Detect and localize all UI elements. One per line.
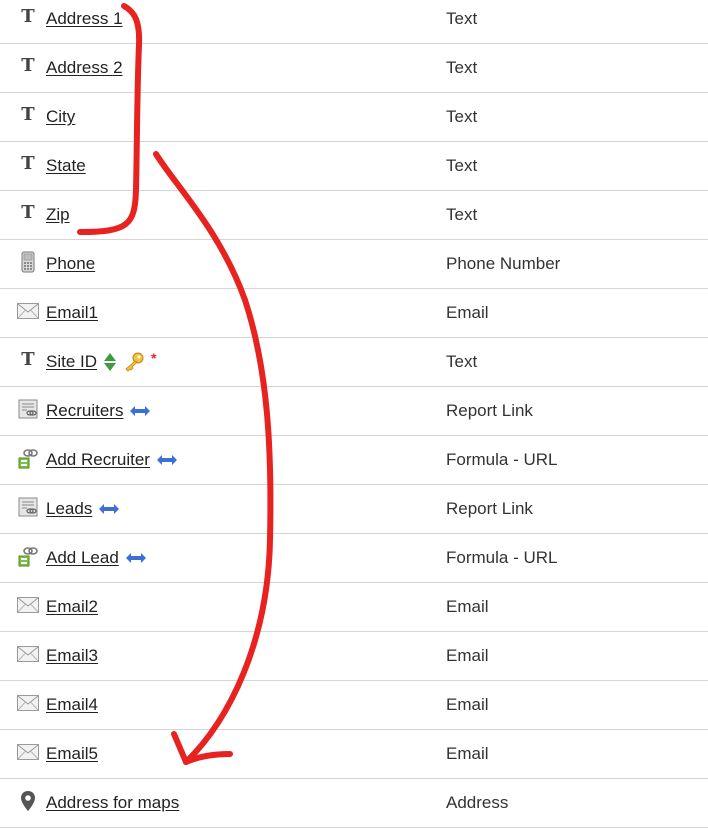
- field-name-cell: Address for maps: [46, 779, 179, 827]
- field-type-label: Report Link: [446, 401, 533, 420]
- field-name-link[interactable]: Email4: [46, 695, 98, 715]
- field-row: Recruiters Report Link: [0, 387, 708, 436]
- field-name-cell: City: [46, 93, 75, 141]
- field-name-cell: Phone: [46, 240, 95, 288]
- field-name-cell: Address 1: [46, 0, 123, 43]
- field-type-label: Text: [446, 9, 478, 28]
- field-type-label: Email: [446, 597, 489, 616]
- field-row: T Address 1 Text: [0, 0, 708, 44]
- field-name-cell: Email1: [46, 289, 98, 337]
- formula-url-icon: [16, 446, 40, 470]
- key-icon: [123, 352, 145, 372]
- field-name-cell: Email5: [46, 730, 98, 778]
- field-name-cell: Email4: [46, 681, 98, 729]
- field-type-label: Text: [446, 58, 478, 77]
- field-name-link[interactable]: Add Recruiter: [46, 450, 150, 470]
- field-name-cell: Address 2: [46, 44, 123, 92]
- text-glyph: T: [21, 153, 35, 174]
- email-icon: [16, 593, 40, 617]
- field-name-link[interactable]: Email5: [46, 744, 98, 764]
- email-icon: [16, 299, 40, 323]
- field-row: T Site ID * Text: [0, 338, 708, 387]
- field-row: Add Recruiter Formula - URL: [0, 436, 708, 485]
- field-name-link[interactable]: Leads: [46, 499, 92, 519]
- field-row: Address for maps Address: [0, 779, 708, 828]
- field-type-label: Address: [446, 793, 509, 812]
- field-name-cell: Site ID *: [46, 338, 156, 386]
- field-type-label: Formula - URL: [446, 548, 558, 567]
- field-name-link[interactable]: Add Lead: [46, 548, 119, 568]
- field-name-cell: State: [46, 142, 86, 190]
- two-way-link-icon: [156, 454, 178, 466]
- two-way-link-icon: [125, 552, 147, 564]
- text-icon: T: [16, 5, 40, 29]
- field-type-label: Text: [446, 156, 478, 175]
- field-row: T Address 2 Text: [0, 44, 708, 93]
- field-row: Email2 Email: [0, 583, 708, 632]
- two-way-link-icon: [98, 503, 120, 515]
- field-name-link[interactable]: Address for maps: [46, 793, 179, 813]
- field-row: Email3 Email: [0, 632, 708, 681]
- field-name-link[interactable]: Phone: [46, 254, 95, 274]
- field-name-link[interactable]: Recruiters: [46, 401, 123, 421]
- field-row: Email4 Email: [0, 681, 708, 730]
- report-link-icon: [16, 495, 40, 519]
- field-name-cell: Leads: [46, 485, 120, 533]
- field-type-label: Formula - URL: [446, 450, 558, 469]
- field-name-cell: Add Lead: [46, 534, 147, 582]
- required-star-icon: *: [151, 350, 157, 366]
- field-type-label: Email: [446, 303, 489, 322]
- field-type-label: Text: [446, 205, 478, 224]
- phone-icon: [16, 250, 40, 274]
- field-name-link[interactable]: Zip: [46, 205, 70, 225]
- field-name-link[interactable]: Email1: [46, 303, 98, 323]
- field-row: T City Text: [0, 93, 708, 142]
- field-row: Phone Phone Number: [0, 240, 708, 289]
- field-name-link[interactable]: Address 1: [46, 9, 123, 29]
- field-row: Add Lead Formula - URL: [0, 534, 708, 583]
- field-type-label: Email: [446, 646, 489, 665]
- email-icon: [16, 642, 40, 666]
- field-name-cell: Zip: [46, 191, 70, 239]
- text-glyph: T: [21, 104, 35, 125]
- text-icon: T: [16, 54, 40, 78]
- field-name-link[interactable]: State: [46, 156, 86, 176]
- field-type-label: Text: [446, 352, 478, 371]
- field-name-link[interactable]: Site ID: [46, 352, 97, 372]
- text-glyph: T: [21, 55, 35, 76]
- field-row: T State Text: [0, 142, 708, 191]
- field-name-link[interactable]: Email3: [46, 646, 98, 666]
- report-link-icon: [16, 397, 40, 421]
- field-type-label: Phone Number: [446, 254, 561, 273]
- field-row: Email1 Email: [0, 289, 708, 338]
- field-name-link[interactable]: Address 2: [46, 58, 123, 78]
- field-type-label: Text: [446, 107, 478, 126]
- field-type-label: Report Link: [446, 499, 533, 518]
- text-glyph: T: [21, 202, 35, 223]
- formula-url-icon: [16, 544, 40, 568]
- text-icon: T: [16, 201, 40, 225]
- map-pin-icon: [16, 789, 40, 813]
- text-glyph: T: [21, 349, 35, 370]
- text-icon: T: [16, 348, 40, 372]
- field-type-label: Email: [446, 744, 489, 763]
- field-name-link[interactable]: Email2: [46, 597, 98, 617]
- field-row: Email5 Email: [0, 730, 708, 779]
- field-name-cell: Email3: [46, 632, 98, 680]
- sort-icon: [103, 352, 117, 372]
- text-icon: T: [16, 103, 40, 127]
- field-row: Leads Report Link: [0, 485, 708, 534]
- field-name-link[interactable]: City: [46, 107, 75, 127]
- email-icon: [16, 691, 40, 715]
- two-way-link-icon: [129, 405, 151, 417]
- field-name-cell: Add Recruiter: [46, 436, 178, 484]
- text-glyph: T: [21, 6, 35, 27]
- text-icon: T: [16, 152, 40, 176]
- email-icon: [16, 740, 40, 764]
- field-name-cell: Recruiters: [46, 387, 151, 435]
- field-row: T Zip Text: [0, 191, 708, 240]
- field-name-cell: Email2: [46, 583, 98, 631]
- field-type-label: Email: [446, 695, 489, 714]
